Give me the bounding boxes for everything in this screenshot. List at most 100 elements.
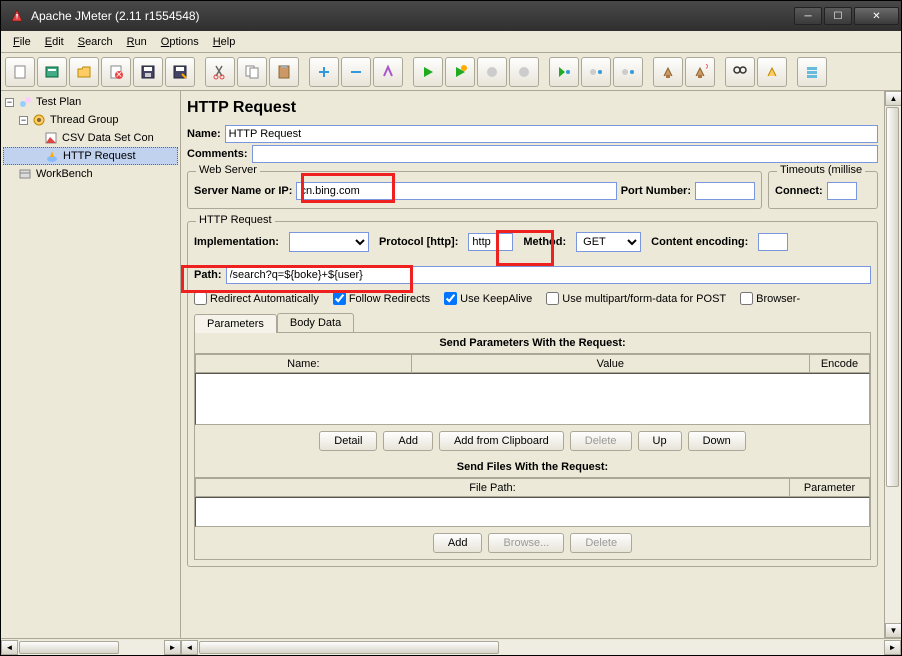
shutdown-button[interactable] bbox=[509, 57, 539, 87]
threadgroup-icon bbox=[31, 112, 47, 128]
chk-browser[interactable]: Browser- bbox=[740, 292, 800, 305]
files-empty[interactable] bbox=[195, 497, 870, 527]
main-vscrollbar[interactable]: ▲ ▼ bbox=[884, 91, 901, 638]
tree-threadgroup[interactable]: − Thread Group bbox=[3, 111, 178, 129]
menu-run[interactable]: Run bbox=[121, 34, 153, 50]
tree-httprequest[interactable]: HTTP Request bbox=[3, 147, 178, 165]
path-label: Path: bbox=[194, 269, 222, 281]
tree-label: Test Plan bbox=[36, 96, 81, 108]
copy-button[interactable] bbox=[237, 57, 267, 87]
scroll-right-icon[interactable]: ► bbox=[164, 640, 181, 655]
httprequest-icon bbox=[44, 148, 60, 164]
chk-keepalive[interactable]: Use KeepAlive bbox=[444, 292, 532, 305]
minimize-button[interactable]: ─ bbox=[794, 7, 822, 25]
delete-button[interactable]: Delete bbox=[570, 431, 632, 451]
col-name[interactable]: Name: bbox=[196, 355, 412, 373]
col-encode[interactable]: Encode bbox=[810, 355, 870, 373]
remote-start-button[interactable] bbox=[549, 57, 579, 87]
enc-input[interactable] bbox=[758, 233, 788, 251]
menu-file[interactable]: File bbox=[7, 34, 37, 50]
toggle-icon[interactable]: − bbox=[19, 116, 28, 125]
chk-redirect-auto[interactable]: Redirect Automatically bbox=[194, 292, 319, 305]
function-helper-button[interactable] bbox=[797, 57, 827, 87]
chk-multipart[interactable]: Use multipart/form-data for POST bbox=[546, 292, 726, 305]
tab-parameters[interactable]: Parameters bbox=[194, 314, 277, 333]
scroll-down-icon[interactable]: ▼ bbox=[885, 623, 901, 638]
method-label: Method: bbox=[523, 236, 566, 248]
connect-label: Connect: bbox=[775, 185, 823, 197]
content-area: − Test Plan − Thread Group CSV Data Set … bbox=[1, 91, 901, 655]
addclip-button[interactable]: Add from Clipboard bbox=[439, 431, 564, 451]
menu-help[interactable]: Help bbox=[207, 34, 242, 50]
reset-search-button[interactable] bbox=[757, 57, 787, 87]
stop-button[interactable] bbox=[477, 57, 507, 87]
search-button[interactable] bbox=[725, 57, 755, 87]
scroll-up-icon[interactable]: ▲ bbox=[885, 91, 901, 106]
menu-options[interactable]: Options bbox=[155, 34, 205, 50]
collapse-button[interactable] bbox=[341, 57, 371, 87]
remote-shutdown-button[interactable] bbox=[613, 57, 643, 87]
col-value[interactable]: Value bbox=[411, 355, 809, 373]
close-button[interactable]: ✕ bbox=[854, 7, 899, 25]
cut-button[interactable] bbox=[205, 57, 235, 87]
close-file-button[interactable]: × bbox=[101, 57, 131, 87]
timeouts-fieldset: Timeouts (millise Connect: bbox=[768, 171, 878, 209]
clear-all-button[interactable]: × bbox=[685, 57, 715, 87]
menu-search[interactable]: Search bbox=[72, 34, 119, 50]
tree-workbench[interactable]: WorkBench bbox=[3, 165, 178, 183]
new-button[interactable] bbox=[5, 57, 35, 87]
save-as-button[interactable] bbox=[165, 57, 195, 87]
start-no-timers-button[interactable] bbox=[445, 57, 475, 87]
params-empty[interactable] bbox=[195, 373, 870, 425]
chk-follow[interactable]: Follow Redirects bbox=[333, 292, 430, 305]
col-param[interactable]: Parameter bbox=[790, 479, 870, 497]
comments-label: Comments: bbox=[187, 148, 248, 160]
toggle-icon[interactable]: − bbox=[5, 98, 14, 107]
tab-bodydata[interactable]: Body Data bbox=[277, 313, 354, 332]
maximize-button[interactable]: ☐ bbox=[824, 7, 852, 25]
proto-input[interactable] bbox=[468, 233, 513, 251]
clear-button[interactable] bbox=[653, 57, 683, 87]
save-button[interactable] bbox=[133, 57, 163, 87]
paste-button[interactable] bbox=[269, 57, 299, 87]
port-input[interactable] bbox=[695, 182, 755, 200]
proto-label: Protocol [http]: bbox=[379, 236, 458, 248]
tree-testplan[interactable]: − Test Plan bbox=[3, 93, 178, 111]
impl-select[interactable] bbox=[289, 232, 369, 252]
browse-button[interactable]: Browse... bbox=[488, 533, 564, 553]
down-button[interactable]: Down bbox=[688, 431, 746, 451]
comments-input[interactable] bbox=[252, 145, 878, 163]
scroll-right-icon[interactable]: ► bbox=[884, 640, 901, 655]
params-buttons: Detail Add Add from Clipboard Delete Up … bbox=[195, 425, 870, 457]
detail-button[interactable]: Detail bbox=[319, 431, 377, 451]
app-icon bbox=[9, 8, 25, 24]
menu-edit[interactable]: Edit bbox=[39, 34, 70, 50]
httprequest-fieldset: HTTP Request Implementation: Protocol [h… bbox=[187, 221, 878, 567]
open-button[interactable] bbox=[69, 57, 99, 87]
remote-stop-button[interactable] bbox=[581, 57, 611, 87]
tree-hscrollbar[interactable]: ◄ ► bbox=[1, 638, 181, 655]
start-button[interactable] bbox=[413, 57, 443, 87]
main-hscrollbar[interactable]: ◄ ► bbox=[181, 638, 901, 655]
add-button[interactable]: Add bbox=[383, 431, 433, 451]
timeouts-legend: Timeouts (millise bbox=[777, 164, 865, 176]
toolbar: × × bbox=[1, 53, 901, 91]
connect-input[interactable] bbox=[827, 182, 857, 200]
expand-button[interactable] bbox=[309, 57, 339, 87]
server-label: Server Name or IP: bbox=[194, 185, 292, 197]
col-filepath[interactable]: File Path: bbox=[196, 479, 790, 497]
server-input[interactable] bbox=[296, 182, 616, 200]
tree-csv[interactable]: CSV Data Set Con bbox=[3, 129, 178, 147]
path-input[interactable] bbox=[226, 266, 872, 284]
name-input[interactable] bbox=[225, 125, 878, 143]
method-select[interactable]: GET bbox=[576, 232, 641, 252]
files-title: Send Files With the Request: bbox=[195, 457, 870, 478]
templates-button[interactable] bbox=[37, 57, 67, 87]
tree-panel: − Test Plan − Thread Group CSV Data Set … bbox=[1, 91, 181, 638]
scroll-left-icon[interactable]: ◄ bbox=[1, 640, 18, 655]
add-file-button[interactable]: Add bbox=[433, 533, 483, 553]
delete-file-button[interactable]: Delete bbox=[570, 533, 632, 553]
toggle-button[interactable] bbox=[373, 57, 403, 87]
scroll-left-icon[interactable]: ◄ bbox=[181, 640, 198, 655]
up-button[interactable]: Up bbox=[638, 431, 682, 451]
